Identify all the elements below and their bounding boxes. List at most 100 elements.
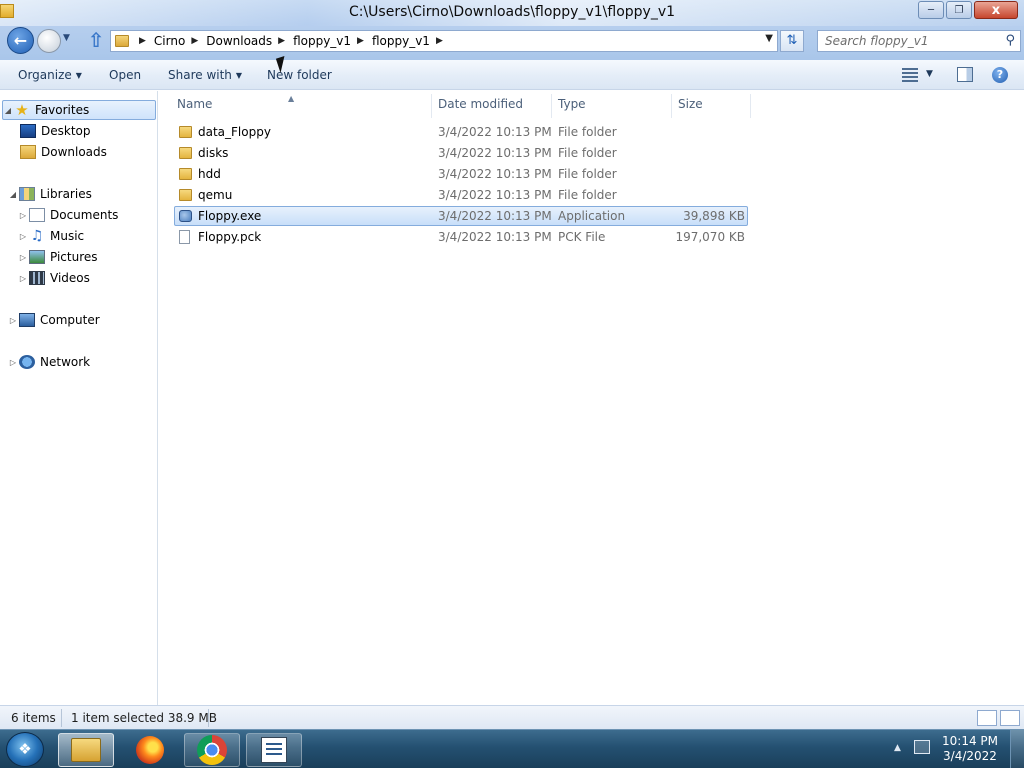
breadcrumb-cirno[interactable]: Cirno	[154, 34, 185, 48]
start-button[interactable]: ❖	[6, 732, 44, 767]
file-name: hdd	[198, 167, 221, 181]
expand-triangle-icon[interactable]: ▷	[18, 274, 28, 283]
column-divider[interactable]	[750, 94, 751, 118]
share-with-button[interactable]: Share with ▼	[168, 68, 242, 82]
column-header-type[interactable]: Type	[552, 96, 671, 116]
sidebar-item-pictures[interactable]: ▷ Pictures	[18, 247, 98, 267]
file-size: 197,070 KB	[675, 230, 745, 244]
collapse-triangle-icon[interactable]: ◢	[8, 190, 18, 199]
folder-icon	[115, 35, 129, 47]
file-type: File folder	[558, 188, 617, 202]
system-clock[interactable]: 10:14 PM 3/4/2022	[940, 734, 1000, 764]
minimize-button[interactable]: ─	[918, 1, 944, 19]
organize-button[interactable]: Organize ▼	[18, 68, 82, 82]
file-name: Floppy.pck	[198, 230, 262, 244]
large-icons-view-button[interactable]	[1000, 710, 1020, 726]
chevron-down-icon: ▼	[75, 71, 82, 80]
breadcrumb-separator-icon[interactable]: ▶	[357, 36, 364, 46]
restore-button[interactable]: ❐	[946, 1, 972, 19]
expand-triangle-icon[interactable]: ▷	[18, 253, 28, 262]
preview-pane-button[interactable]	[957, 67, 973, 82]
sidebar-item-desktop[interactable]: Desktop	[20, 121, 91, 141]
expand-triangle-icon[interactable]: ▷	[18, 232, 28, 241]
forward-button[interactable]	[37, 29, 61, 53]
close-button[interactable]: x	[974, 1, 1018, 19]
file-date-modified: 3/4/2022 10:13 PM	[438, 146, 552, 160]
expand-triangle-icon[interactable]: ▷	[8, 316, 18, 325]
sidebar-item-label: Libraries	[40, 187, 92, 201]
network-tray-icon[interactable]	[914, 740, 930, 754]
search-icon[interactable]: ⚲	[1005, 33, 1015, 48]
up-arrow-icon: ⇧	[87, 28, 105, 52]
column-header-name[interactable]: Name ▲	[171, 94, 430, 116]
organize-label: Organize	[18, 68, 72, 82]
taskbar-chrome-button[interactable]	[184, 733, 240, 767]
breadcrumb-floppy-v1[interactable]: floppy_v1	[293, 34, 351, 48]
file-row-floppy-exe[interactable]: Floppy.exe 3/4/2022 10:13 PM Application…	[174, 206, 748, 226]
show-hidden-icons-button[interactable]: ▲	[894, 743, 901, 753]
column-header-size[interactable]: Size	[672, 96, 750, 116]
file-name: disks	[198, 146, 229, 160]
window-title: C:\Users\Cirno\Downloads\floppy_v1\flopp…	[348, 4, 676, 20]
libraries-icon	[19, 187, 35, 201]
open-button[interactable]: Open	[109, 68, 141, 82]
sort-ascending-icon: ▲	[288, 94, 295, 103]
file-list: Name ▲ Date modified Type Size data_Flop…	[159, 91, 1024, 705]
change-view-button[interactable]	[902, 65, 918, 85]
column-header-date-modified[interactable]: Date modified	[432, 96, 551, 116]
sidebar-item-music[interactable]: ▷ ♫ Music	[18, 226, 84, 246]
search-box[interactable]: ⚲	[817, 30, 1021, 52]
breadcrumb-separator-icon[interactable]: ▶	[139, 36, 146, 46]
file-row-hdd[interactable]: hdd 3/4/2022 10:13 PM File folder	[174, 164, 748, 184]
sidebar-item-computer[interactable]: ▷ Computer	[8, 310, 100, 330]
sidebar-item-label: Documents	[50, 208, 119, 222]
breadcrumb-downloads[interactable]: Downloads	[206, 34, 272, 48]
file-date-modified: 3/4/2022 10:13 PM	[438, 209, 552, 223]
command-bar: Organize ▼ Open Share with ▼ New folder ▼ …	[0, 60, 1024, 90]
back-button[interactable]: ←	[7, 27, 34, 54]
address-bar[interactable]: ▶ Cirno ▶ Downloads ▶ floppy_v1 ▶ floppy…	[110, 30, 778, 52]
breadcrumb-separator-icon[interactable]: ▶	[436, 36, 443, 46]
file-row-floppy-pck[interactable]: Floppy.pck 3/4/2022 10:13 PM PCK File 19…	[174, 227, 748, 247]
show-desktop-button[interactable]	[1010, 730, 1024, 768]
sidebar-item-libraries[interactable]: ◢ Libraries	[8, 184, 92, 204]
view-options-dropdown[interactable]: ▼	[926, 69, 933, 89]
breadcrumb-separator-icon[interactable]: ▶	[278, 36, 285, 46]
details-view-button[interactable]	[977, 710, 997, 726]
collapse-triangle-icon[interactable]: ◢	[3, 106, 13, 115]
breadcrumb-floppy-v1-current[interactable]: floppy_v1	[372, 34, 430, 48]
sidebar-item-documents[interactable]: ▷ Documents	[18, 205, 118, 225]
selection-info: 1 item selected 38.9 MB	[71, 711, 217, 725]
sidebar-item-downloads[interactable]: Downloads	[20, 142, 107, 162]
address-history-dropdown[interactable]: ▼	[765, 33, 773, 44]
downloads-folder-icon	[20, 145, 36, 159]
recent-pages-dropdown[interactable]: ▼	[63, 33, 73, 45]
clock-time: 10:14 PM	[942, 734, 998, 748]
refresh-button[interactable]: ⇅	[780, 30, 804, 52]
chevron-down-icon: ▼	[926, 69, 933, 79]
breadcrumb-separator-icon[interactable]: ▶	[191, 36, 198, 46]
new-folder-button[interactable]: New folder	[267, 68, 332, 82]
taskbar-task-list-button[interactable]	[246, 733, 302, 767]
column-header-label: Date modified	[438, 97, 524, 111]
expand-triangle-icon[interactable]: ▷	[8, 358, 18, 367]
up-button[interactable]: ⇧	[86, 30, 106, 52]
taskbar-explorer-button[interactable]	[58, 733, 114, 767]
column-header-label: Name	[177, 97, 213, 111]
taskbar-firefox-button[interactable]	[122, 733, 178, 767]
file-type: Application	[558, 209, 626, 223]
file-row-qemu[interactable]: qemu 3/4/2022 10:13 PM File folder	[174, 185, 748, 205]
file-row-disks[interactable]: disks 3/4/2022 10:13 PM File folder	[174, 143, 748, 163]
share-with-label: Share with	[168, 68, 232, 82]
file-name: data_Floppy	[198, 125, 271, 139]
search-input[interactable]	[818, 31, 993, 51]
sidebar-item-favorites[interactable]: ◢ ★ Favorites	[2, 100, 156, 120]
sidebar-item-videos[interactable]: ▷ Videos	[18, 268, 90, 288]
help-button[interactable]: ?	[992, 67, 1008, 83]
file-date-modified: 3/4/2022 10:13 PM	[438, 230, 552, 244]
network-icon	[19, 355, 35, 369]
file-row-data-floppy[interactable]: data_Floppy 3/4/2022 10:13 PM File folde…	[174, 122, 748, 142]
pictures-icon	[29, 250, 45, 264]
expand-triangle-icon[interactable]: ▷	[18, 211, 28, 220]
sidebar-item-network[interactable]: ▷ Network	[8, 352, 90, 372]
